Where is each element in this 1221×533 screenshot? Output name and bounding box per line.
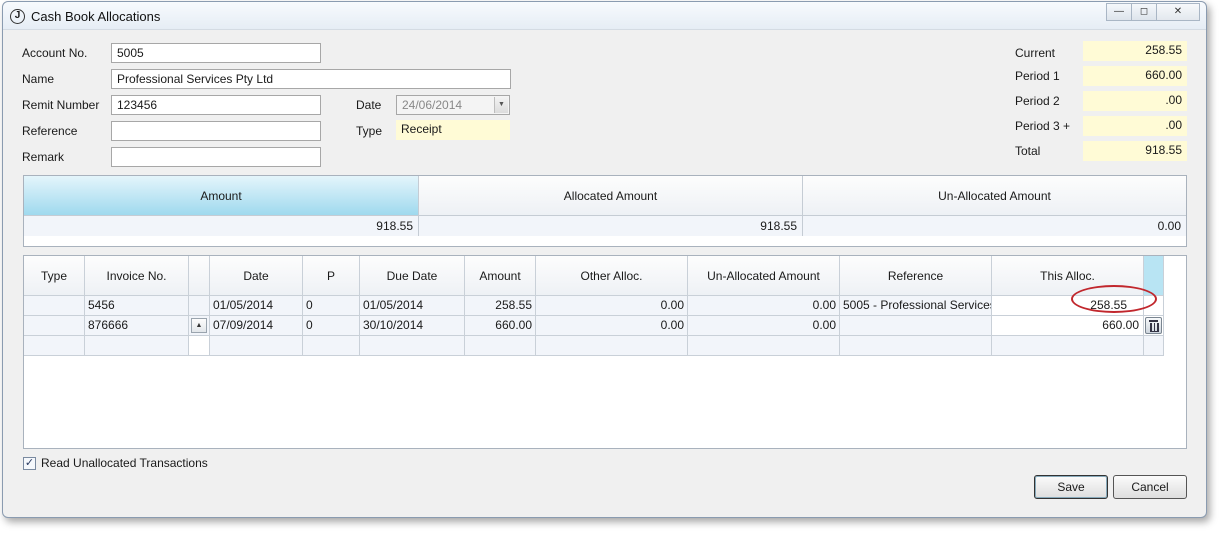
remit-number-field[interactable]: 123456 xyxy=(111,95,321,115)
remark-label: Remark xyxy=(22,150,65,164)
new-row-due-date[interactable] xyxy=(360,336,465,356)
column-header-type[interactable]: Type xyxy=(24,256,85,296)
row1-amount[interactable]: 258.55 xyxy=(465,296,536,316)
app-logo-icon: J xyxy=(10,9,25,24)
new-row-this-alloc[interactable] xyxy=(992,336,1144,356)
reference-field[interactable] xyxy=(111,121,321,141)
balance-period3-label: Period 3 + xyxy=(1015,119,1071,133)
column-header-p[interactable]: P xyxy=(303,256,360,296)
new-row-unallocated[interactable] xyxy=(688,336,840,356)
date-value: 24/06/2014 xyxy=(402,98,463,112)
remark-field[interactable] xyxy=(111,147,321,167)
new-row-date[interactable] xyxy=(210,336,303,356)
new-row-p[interactable] xyxy=(303,336,360,356)
new-row-reference[interactable] xyxy=(840,336,992,356)
spin-up-icon[interactable]: ▲ xyxy=(191,318,207,333)
new-row-invoice-no[interactable] xyxy=(85,336,189,356)
row1-type[interactable] xyxy=(24,296,85,316)
name-label: Name xyxy=(22,72,55,86)
summary-header-unallocated[interactable]: Un-Allocated Amount xyxy=(803,176,1186,216)
read-unallocated-label: Read Unallocated Transactions xyxy=(41,456,208,470)
summary-unallocated-value: 0.00 xyxy=(803,216,1186,236)
column-header-date[interactable]: Date xyxy=(210,256,303,296)
column-header-other-alloc[interactable]: Other Alloc. xyxy=(536,256,688,296)
balance-current-label: Current xyxy=(1015,46,1056,60)
minimize-button[interactable]: — xyxy=(1106,3,1132,21)
balance-period1-label: Period 1 xyxy=(1015,69,1060,83)
summary-allocated-value: 918.55 xyxy=(419,216,802,236)
read-unallocated-checkbox[interactable]: ✓ xyxy=(23,457,36,470)
title-bar[interactable]: J Cash Book Allocations — ◻ ✕ xyxy=(3,2,1206,30)
new-row-other-alloc[interactable] xyxy=(536,336,688,356)
column-header-unallocated-amount[interactable]: Un-Allocated Amount xyxy=(688,256,840,296)
restore-button[interactable]: ◻ xyxy=(1131,3,1157,21)
account-no-label: Account No. xyxy=(22,46,88,60)
balance-current-value: 258.55 xyxy=(1083,41,1187,61)
summary-header-amount[interactable]: Amount xyxy=(24,176,418,216)
row2-date[interactable]: 07/09/2014 xyxy=(210,316,303,336)
row1-other-alloc[interactable]: 0.00 xyxy=(536,296,688,316)
date-dropdown[interactable]: 24/06/2014 ▼ xyxy=(396,95,510,115)
type-label: Type xyxy=(356,124,383,138)
cancel-button[interactable]: Cancel xyxy=(1113,475,1187,499)
invoice-allocation-grid: Type Invoice No. Date P Due Date Amount … xyxy=(23,255,1187,449)
row2-reference[interactable] xyxy=(840,316,992,336)
summary-unallocated-column: Un-Allocated Amount 0.00 xyxy=(803,176,1186,236)
type-field: Receipt xyxy=(396,120,510,140)
trash-icon[interactable] xyxy=(1145,317,1162,334)
column-header-reference[interactable]: Reference xyxy=(840,256,992,296)
cash-book-allocations-window: J Cash Book Allocations — ◻ ✕ Account No… xyxy=(2,1,1207,518)
window-title: Cash Book Allocations xyxy=(31,9,161,24)
allocation-summary: Amount 918.55 Allocated Amount 918.55 Un… xyxy=(23,175,1187,247)
summary-header-allocated[interactable]: Allocated Amount xyxy=(419,176,802,216)
row2-type[interactable] xyxy=(24,316,85,336)
row2-this-alloc[interactable]: 660.00 xyxy=(992,316,1144,336)
row1-due-date[interactable]: 01/05/2014 xyxy=(360,296,465,316)
new-row-actions xyxy=(1144,336,1164,356)
column-header-amount[interactable]: Amount xyxy=(465,256,536,296)
summary-amount-column: Amount 918.55 xyxy=(24,176,419,236)
reference-label: Reference xyxy=(22,124,78,138)
row1-spin-cell xyxy=(189,296,210,316)
column-header-due-date[interactable]: Due Date xyxy=(360,256,465,296)
new-row-type[interactable] xyxy=(24,336,85,356)
row2-unallocated[interactable]: 0.00 xyxy=(688,316,840,336)
row1-p[interactable]: 0 xyxy=(303,296,360,316)
balance-period1-value: 660.00 xyxy=(1083,66,1187,86)
row1-invoice-no[interactable]: 5456 xyxy=(85,296,189,316)
window-controls: — ◻ ✕ xyxy=(1106,3,1200,21)
close-button[interactable]: ✕ xyxy=(1156,3,1200,21)
column-header-spin[interactable] xyxy=(189,256,210,296)
new-row-amount[interactable] xyxy=(465,336,536,356)
row1-unallocated[interactable]: 0.00 xyxy=(688,296,840,316)
date-label: Date xyxy=(356,98,382,112)
balance-total-label: Total xyxy=(1015,144,1041,158)
balance-total-value: 918.55 xyxy=(1083,141,1187,161)
row2-actions xyxy=(1144,316,1164,336)
balance-period2-label: Period 2 xyxy=(1015,94,1060,108)
row2-due-date[interactable]: 30/10/2014 xyxy=(360,316,465,336)
row2-spin-cell: ▲ xyxy=(189,316,210,336)
summary-allocated-column: Allocated Amount 918.55 xyxy=(419,176,803,236)
name-field[interactable]: Professional Services Pty Ltd xyxy=(111,69,511,89)
row1-reference[interactable]: 5005 - Professional Services Pty Ltd xyxy=(840,296,992,316)
row2-p[interactable]: 0 xyxy=(303,316,360,336)
highlight-annotation xyxy=(1071,285,1157,313)
balance-period3-value: .00 xyxy=(1083,116,1187,136)
row1-date[interactable]: 01/05/2014 xyxy=(210,296,303,316)
row2-other-alloc[interactable]: 0.00 xyxy=(536,316,688,336)
balance-period2-value: .00 xyxy=(1083,91,1187,111)
save-button[interactable]: Save xyxy=(1034,475,1108,499)
column-header-invoice-no[interactable]: Invoice No. xyxy=(85,256,189,296)
summary-amount-value: 918.55 xyxy=(24,216,418,236)
account-no-field[interactable]: 5005 xyxy=(111,43,321,63)
row2-amount[interactable]: 660.00 xyxy=(465,316,536,336)
new-row-spin-cell xyxy=(189,336,210,356)
remit-number-label: Remit Number xyxy=(22,98,100,112)
row2-invoice-no[interactable]: 876666 xyxy=(85,316,189,336)
chevron-down-icon[interactable]: ▼ xyxy=(494,97,508,113)
